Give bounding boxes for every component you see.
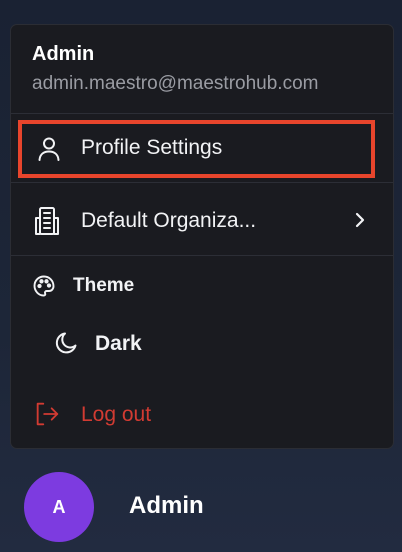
divider (11, 182, 393, 183)
user-dropdown-menu: Admin admin.maestro@maestrohub.com Profi… (10, 24, 394, 449)
divider (11, 113, 393, 114)
footer-user-name: Admin (129, 492, 204, 519)
profile-settings-item[interactable]: Profile Settings (11, 120, 393, 178)
organization-label: Default Organiza... (81, 209, 257, 232)
organization-item[interactable]: Default Organiza... (11, 191, 393, 251)
theme-section-label: Theme (73, 275, 135, 296)
theme-dark-option[interactable]: Dark (11, 325, 393, 365)
moon-icon (53, 329, 81, 357)
avatar[interactable]: A (24, 472, 94, 542)
logout-item[interactable]: Log out (11, 396, 393, 436)
user-name: Admin (32, 43, 95, 65)
user-icon (35, 135, 63, 163)
theme-dark-label: Dark (95, 332, 142, 355)
logout-icon (33, 400, 61, 428)
building-icon (33, 207, 61, 235)
user-info: Admin admin.maestro@maestrohub.com (11, 25, 393, 113)
user-email: admin.maestro@maestrohub.com (32, 73, 319, 94)
palette-icon (31, 273, 57, 299)
chevron-right-icon (352, 209, 368, 236)
profile-settings-label: Profile Settings (81, 136, 223, 159)
divider (11, 255, 393, 256)
logout-label: Log out (81, 403, 152, 426)
user-account-footer[interactable]: A Admin (0, 470, 402, 542)
theme-section-header: Theme (11, 271, 393, 303)
